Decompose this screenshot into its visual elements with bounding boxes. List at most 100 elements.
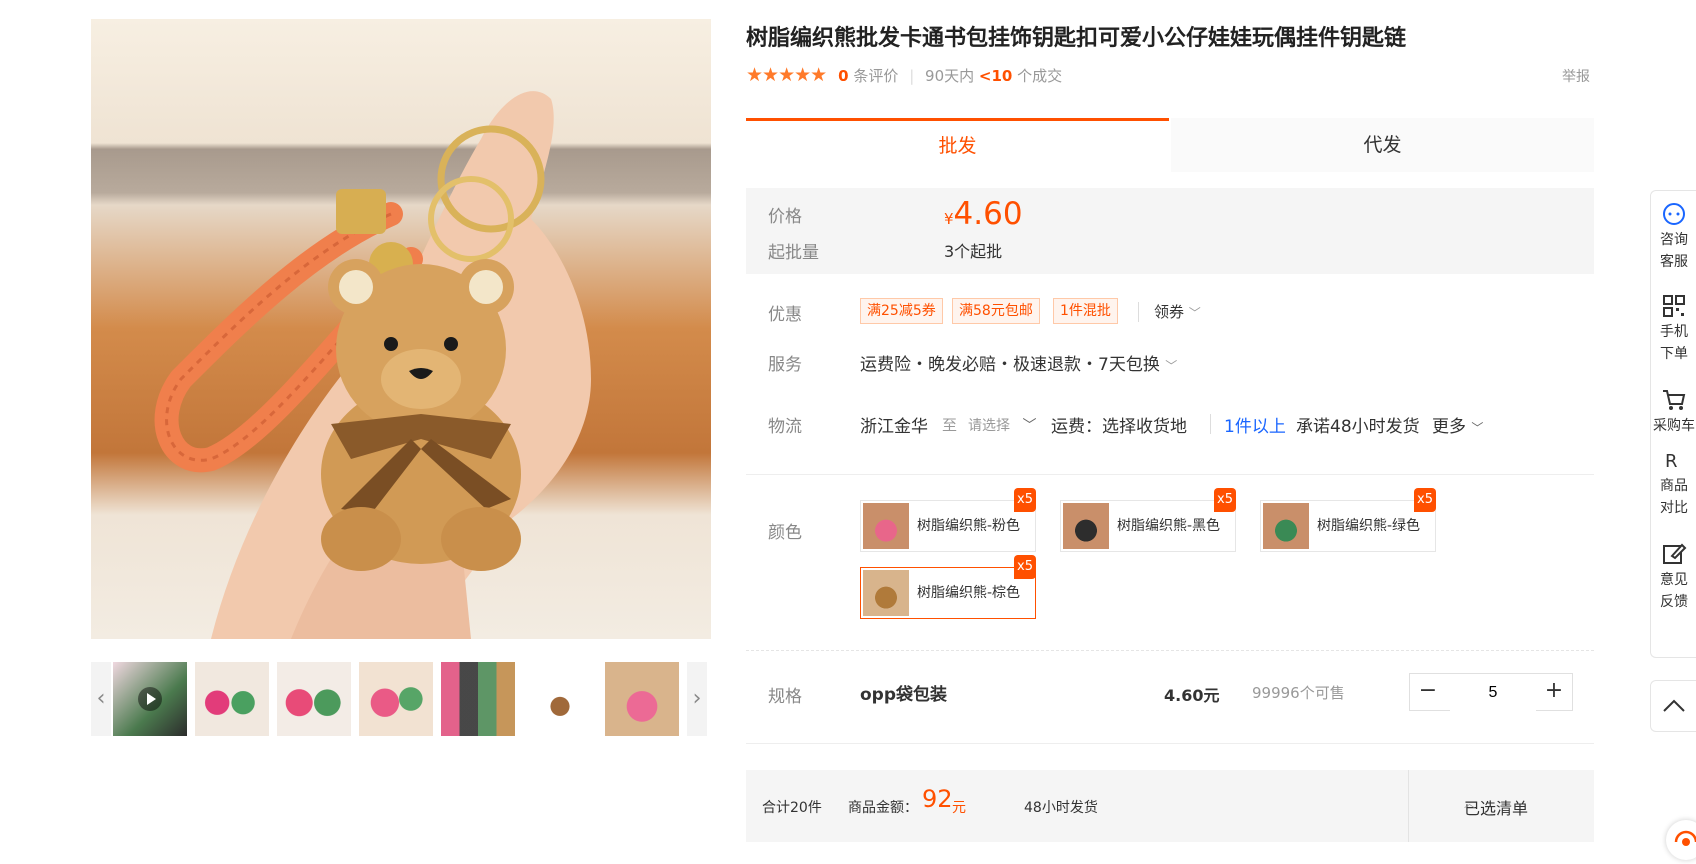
quantity-input[interactable] — [1450, 674, 1536, 712]
thumbnail-video[interactable] — [113, 662, 187, 736]
color-option-brown[interactable]: 树脂编织熊-棕色 x5 — [860, 555, 1036, 619]
product-meta: ★★★★★ 0 条评价 | 90天内 <10 个成交 — [746, 64, 1062, 86]
sales-count: <10 — [978, 67, 1013, 85]
service-label: 服务 — [768, 355, 802, 375]
feedback-button[interactable]: 意见反馈 — [1651, 541, 1696, 613]
get-coupon-button[interactable]: 领券 ﹀ — [1154, 301, 1201, 322]
destination-select[interactable]: 请选择 ﹀ — [968, 415, 1036, 435]
color-option-green[interactable]: 树脂编织熊-绿色 x5 — [1260, 488, 1436, 552]
thumbnail-image[interactable] — [441, 662, 515, 736]
total-quantity: 合计20件 — [762, 800, 822, 816]
quantity-stepper: − + — [1409, 673, 1573, 712]
help-chat-icon[interactable] — [1666, 820, 1696, 860]
main-product-image[interactable] — [91, 19, 711, 639]
compare-button[interactable]: R 商品对比 — [1651, 447, 1696, 519]
sales-period: 90天内 — [925, 67, 975, 85]
spec-stock: 99996个可售 — [1252, 684, 1345, 702]
color-option-label: 树脂编织熊-棕色 — [917, 585, 1021, 601]
cart-icon — [1663, 390, 1686, 410]
chevron-down-icon: ﹀ — [1165, 359, 1178, 373]
quantity-badge: x5 — [1414, 488, 1436, 512]
spec-name: opp袋包装 — [860, 685, 948, 705]
color-option-black[interactable]: 树脂编织熊-黑色 x5 — [1060, 488, 1236, 552]
thumb-next-arrow[interactable]: › — [687, 662, 707, 736]
promo-tag-free-shipping[interactable]: 满58元包邮 — [952, 298, 1040, 324]
sales-label: 个成交 — [1017, 67, 1063, 85]
color-thumbnail — [863, 503, 909, 549]
chat-bubble-icon — [1663, 203, 1685, 225]
color-option-pink[interactable]: 树脂编织熊-粉色 x5 — [860, 488, 1036, 552]
destination-placeholder: 请选择 — [968, 418, 1010, 434]
report-link[interactable]: 举报 — [1562, 66, 1590, 86]
increase-button[interactable]: + — [1536, 674, 1572, 710]
thumbnail-image[interactable] — [277, 662, 351, 736]
tab-dropship[interactable]: 代发 — [1171, 118, 1594, 172]
more-label: 更多 — [1432, 417, 1466, 437]
review-label[interactable]: 条评价 — [853, 67, 898, 85]
chevron-up-icon — [1663, 699, 1685, 712]
divider — [1138, 302, 1139, 322]
mobile-order-button[interactable]: 手机下单 — [1651, 293, 1696, 365]
chevron-down-icon: ﹀ — [1022, 418, 1037, 434]
logistics-more-button[interactable]: 更多 ﹀ — [1432, 412, 1483, 437]
color-option-label: 树脂编织熊-黑色 — [1117, 518, 1221, 534]
edit-icon — [1663, 543, 1687, 564]
consult-service-button[interactable]: 咨询客服 — [1651, 201, 1696, 273]
thumb-prev-arrow[interactable]: ‹ — [91, 662, 111, 736]
bear-keychain-illustration — [154, 91, 591, 639]
review-count[interactable]: 0 — [838, 67, 848, 85]
amount-label: 商品金额： — [848, 800, 918, 816]
chevron-up-icon: ︿ — [1464, 797, 1475, 810]
quantity-badge: x5 — [1014, 555, 1036, 579]
price-value: ¥4.60 — [944, 196, 1023, 232]
price-label: 价格 — [768, 207, 802, 227]
thumbnail-image[interactable] — [605, 662, 679, 736]
thumbnail-image[interactable] — [523, 662, 597, 736]
spec-price: 4.60元 — [1164, 686, 1220, 705]
section-divider — [746, 474, 1594, 475]
promo-tag-mixed-batch[interactable]: 1件混批 — [1053, 298, 1118, 324]
ship-to-label: 至 — [942, 416, 958, 434]
promo-tag-coupon[interactable]: 满25减5券 — [860, 298, 943, 324]
cart-label: 采购车 — [1653, 418, 1695, 434]
quantity-rule-link[interactable]: 1件以上 — [1224, 412, 1286, 437]
order-summary-bar: 合计20件 商品金额： 92 元 48小时发货 已选清单 ︿ — [746, 770, 1594, 842]
back-to-top-button[interactable] — [1650, 680, 1696, 732]
color-thumbnail — [863, 570, 909, 616]
consult-label: 咨询客服 — [1660, 232, 1688, 270]
feedback-label: 意见反馈 — [1660, 572, 1688, 610]
meta-divider: | — [909, 67, 915, 85]
right-sidebar: 咨询客服 手机下单 采购车 R 商品对比 意见反馈 — [1650, 190, 1696, 658]
currency-symbol: ¥ — [944, 210, 954, 228]
color-thumbnail — [1063, 503, 1109, 549]
color-label: 颜色 — [768, 523, 802, 543]
amount-unit: 元 — [952, 800, 966, 816]
compare-label: 商品对比 — [1660, 478, 1688, 516]
qr-code-icon — [1663, 295, 1685, 317]
chevron-down-icon: ﹀ — [1188, 306, 1201, 320]
amount-value: 92 — [922, 785, 953, 813]
moq-label: 起批量 — [768, 243, 819, 263]
spec-label: 规格 — [768, 687, 802, 707]
section-divider — [746, 650, 1594, 651]
thumbnail-image[interactable] — [359, 662, 433, 736]
divider — [1408, 770, 1409, 842]
rating-stars-icon: ★★★★★ — [746, 64, 827, 86]
cart-button[interactable]: 采购车 — [1651, 387, 1696, 437]
decrease-button[interactable]: − — [1410, 674, 1446, 710]
section-divider — [746, 743, 1594, 744]
price-panel: 价格 ¥4.60 起批量 3个起批 — [746, 188, 1594, 274]
service-list[interactable]: 运费险・晚发必赔・极速退款・7天包换 ﹀ — [860, 350, 1177, 375]
moq-value: 3个起批 — [944, 242, 1003, 261]
thumbnail-image[interactable] — [195, 662, 269, 736]
quantity-badge: x5 — [1214, 488, 1236, 512]
promo-label: 优惠 — [768, 305, 802, 325]
ship-origin: 浙江金华 — [860, 417, 928, 437]
color-thumbnail — [1263, 503, 1309, 549]
tab-wholesale[interactable]: 批发 — [746, 118, 1169, 172]
logistics-label: 物流 — [768, 417, 802, 437]
purchase-mode-tabs: 批发 代发 — [746, 118, 1594, 172]
play-icon — [138, 687, 162, 711]
color-option-label: 树脂编织熊-粉色 — [917, 518, 1021, 534]
color-option-label: 树脂编织熊-绿色 — [1317, 518, 1421, 534]
